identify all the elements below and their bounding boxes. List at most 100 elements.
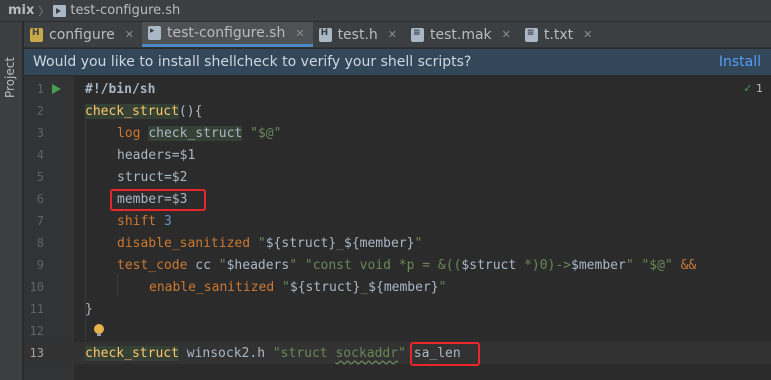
- code-line: 3 log check_struct "$@": [24, 122, 771, 144]
- tab-t-txt[interactable]: ≡ t.txt ✕: [519, 22, 600, 47]
- close-icon[interactable]: ✕: [502, 28, 511, 41]
- header-file-icon: H: [318, 27, 332, 42]
- command: disable_sanitized: [117, 235, 251, 251]
- code-line: 11 }: [24, 298, 771, 320]
- code-text: enable_sanitized "${struct}_${member}": [149, 280, 446, 295]
- function-call: check_struct: [85, 345, 179, 361]
- code-line: 12: [24, 320, 771, 342]
- code-line-current: 13 check_struct winsock2.h "struct socka…: [24, 342, 771, 364]
- chevron-right-icon: 〉: [38, 4, 50, 18]
- line-number: 1: [36, 82, 44, 96]
- makefile-icon: ≡: [411, 27, 424, 42]
- code-line: 2 check_struct(){: [24, 100, 771, 122]
- install-link[interactable]: Install: [719, 54, 761, 70]
- line-number: 3: [36, 126, 44, 140]
- string: _: [336, 235, 344, 251]
- shebang: #!/bin/sh: [85, 81, 156, 97]
- command: shift: [117, 213, 157, 229]
- string: "const void *p = &((: [297, 257, 462, 273]
- string: "$@": [250, 125, 282, 141]
- variable: ${member}: [344, 235, 415, 251]
- line-number: 13: [29, 346, 44, 360]
- banner-message: Would you like to install shellcheck to …: [33, 54, 472, 70]
- string: ": [289, 257, 298, 273]
- close-icon[interactable]: ✕: [125, 28, 134, 41]
- tool-window-strip: Project: [0, 22, 23, 380]
- string: "struct: [272, 345, 336, 361]
- string: ": [438, 279, 447, 295]
- argument: winsock2.h: [178, 345, 273, 361]
- operator: &&: [672, 257, 697, 273]
- tab-label: test.h: [337, 26, 378, 43]
- code-punct: (){: [178, 103, 203, 119]
- string: _: [360, 279, 369, 295]
- string: "$@": [641, 257, 673, 273]
- tab-test-h[interactable]: H test.h ✕: [313, 22, 405, 47]
- breadcrumb-project[interactable]: mix: [8, 3, 34, 18]
- code-punct: }: [85, 301, 93, 317]
- breadcrumb-file[interactable]: test-configure.sh: [70, 3, 180, 18]
- function-name: check_struct: [85, 103, 179, 119]
- tab-label: test-configure.sh: [167, 25, 286, 41]
- editor-tabs: H configure ✕ ▸ test-configure.sh ✕ H te…: [24, 22, 771, 48]
- close-icon[interactable]: ✕: [388, 28, 397, 41]
- line-number: 4: [36, 148, 44, 162]
- code-line: 8 disable_sanitized "${struct}_${member}…: [24, 232, 771, 254]
- variable: ${struct}: [289, 279, 361, 295]
- string: sockaddr: [335, 345, 399, 361]
- code-text: check_struct winsock2.h "struct sockaddr…: [85, 345, 461, 361]
- command: enable_sanitized: [149, 279, 275, 295]
- string: ": [257, 235, 266, 251]
- tab-label: test.mak: [430, 26, 492, 43]
- tab-test-configure-sh[interactable]: ▸ test-configure.sh ✕: [142, 22, 313, 47]
- line-number: 7: [36, 214, 44, 228]
- close-icon[interactable]: ✕: [583, 28, 592, 41]
- line-number: 6: [36, 192, 44, 206]
- variable: ${member}: [368, 279, 439, 295]
- variable: ${struct}: [265, 235, 337, 251]
- code-editor[interactable]: ✓ 1 1 #!/bin/sh 2 check_struct(){ 3 log …: [24, 76, 771, 380]
- string: ": [414, 235, 423, 251]
- text-file-icon: ≡: [524, 27, 538, 42]
- code-text: log check_struct "$@": [117, 125, 282, 141]
- assignment: headers=$1: [117, 147, 196, 163]
- line-number: 12: [29, 324, 44, 338]
- tab-configure[interactable]: H configure ✕: [24, 22, 142, 47]
- run-icon[interactable]: [52, 84, 61, 94]
- line-number: 8: [36, 236, 44, 250]
- line-number: 9: [36, 258, 44, 272]
- argument: check_struct: [148, 125, 243, 141]
- tab-test-mak[interactable]: ≡ test.mak ✕: [405, 22, 519, 47]
- code-text: check_struct(){: [85, 103, 203, 119]
- command: log: [117, 125, 141, 141]
- project-tool-window-button[interactable]: Project: [3, 57, 17, 98]
- code-line: 7 shift 3: [24, 210, 771, 232]
- string: *)0)->: [516, 257, 572, 273]
- code-text: }: [85, 302, 93, 317]
- code-line: 9 test_code cc "$headers" "const void *p…: [24, 254, 771, 276]
- code-text: struct=$2: [117, 170, 187, 185]
- close-icon[interactable]: ✕: [295, 27, 304, 40]
- line-number: 11: [29, 302, 44, 316]
- highlight-box: [410, 342, 480, 366]
- line-number: 2: [36, 104, 44, 118]
- line-number: 5: [36, 170, 44, 184]
- shell-script-icon: ▸: [148, 26, 161, 40]
- number: 3: [163, 213, 172, 229]
- line-number: 10: [29, 280, 44, 294]
- code-text: disable_sanitized "${struct}_${member}": [117, 236, 422, 251]
- argument: cc: [187, 257, 219, 273]
- tab-label: t.txt: [543, 26, 574, 43]
- notification-banner: Would you like to install shellcheck to …: [24, 49, 771, 75]
- highlight-box: [110, 189, 206, 211]
- code-text: headers=$1: [117, 148, 195, 163]
- string: ": [218, 257, 227, 273]
- code-text: test_code cc "$headers" "const void *p =…: [117, 258, 696, 273]
- command: test_code: [117, 257, 188, 273]
- lightbulb-icon[interactable]: [94, 324, 104, 337]
- header-file-icon: H: [30, 27, 43, 42]
- string: ": [274, 279, 290, 295]
- tab-label: configure: [49, 26, 115, 43]
- variable: $struct: [461, 257, 517, 273]
- string: ": [625, 257, 642, 273]
